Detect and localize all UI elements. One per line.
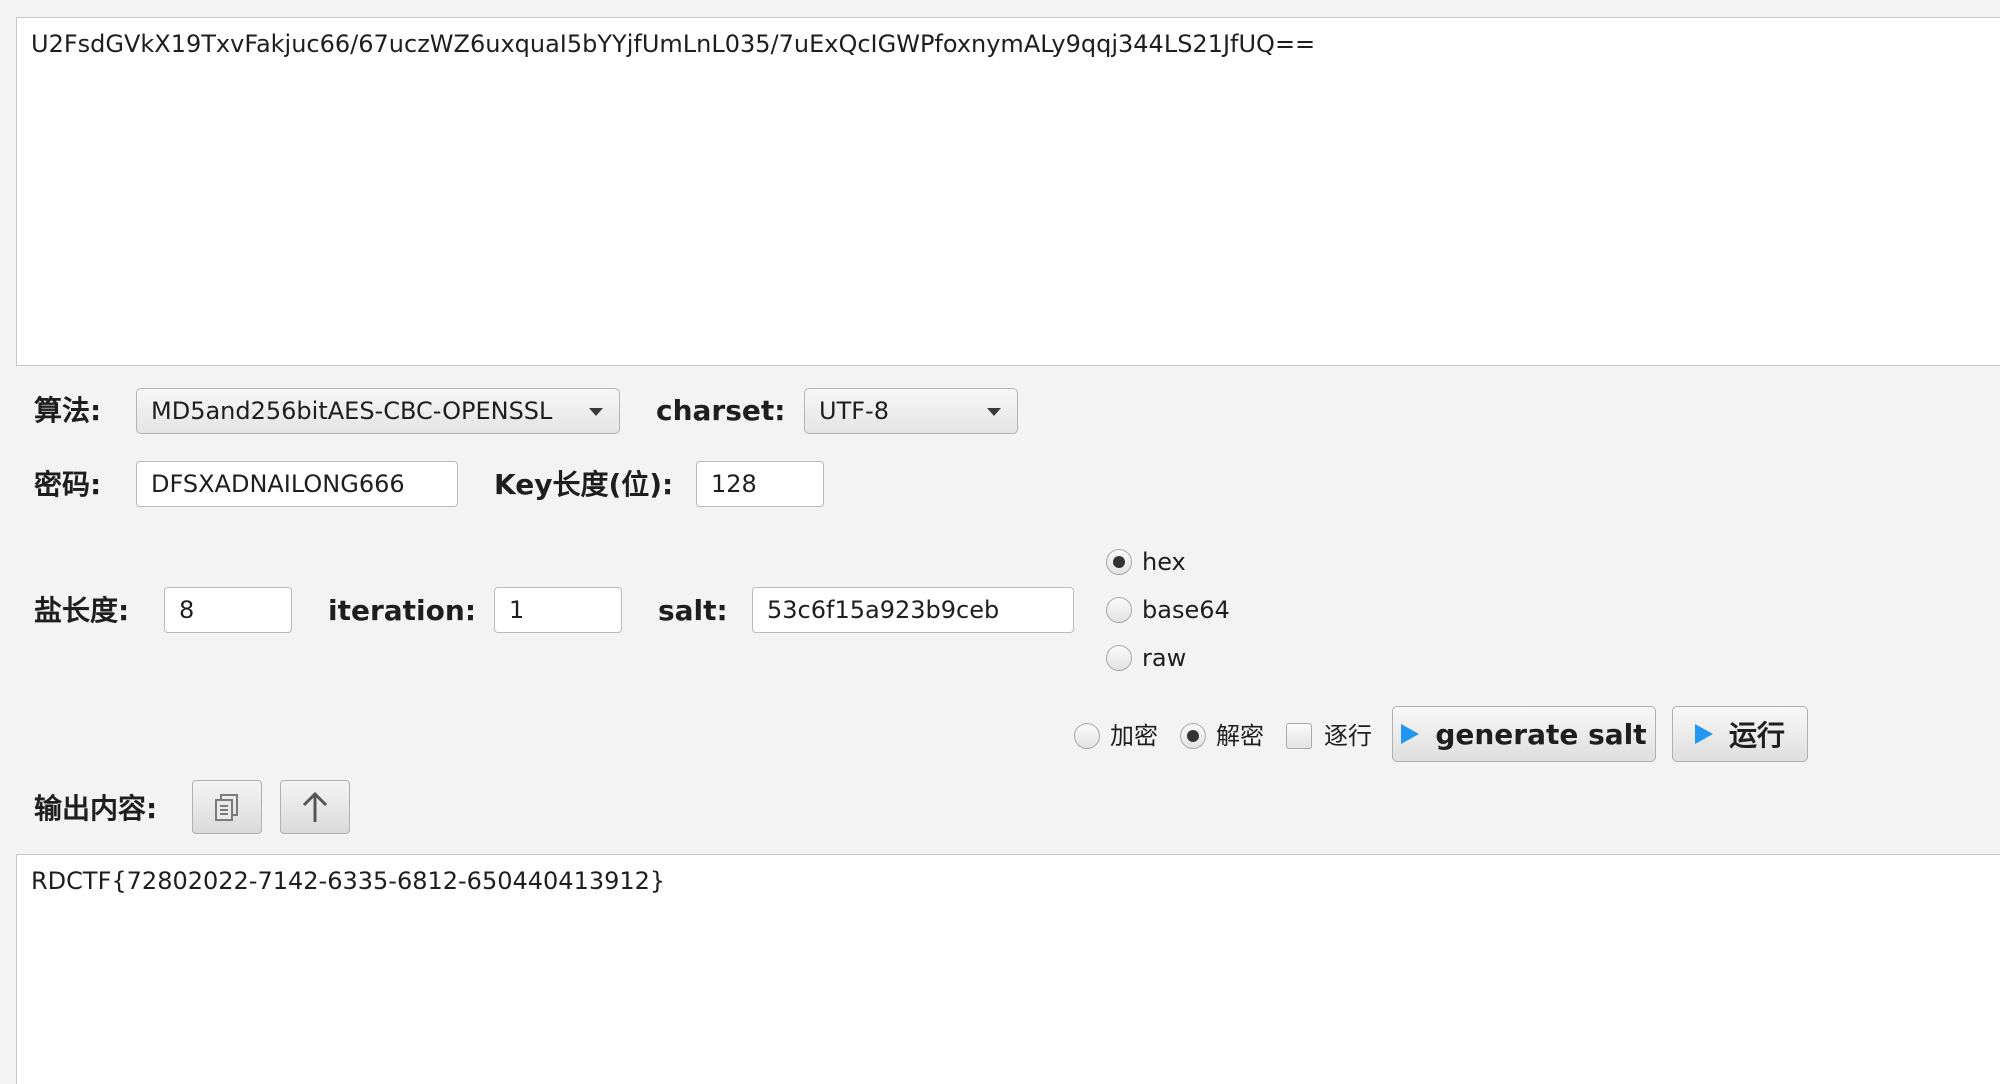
salt-length-input[interactable]: 8 [164,587,292,633]
password-label: 密码: [34,468,102,501]
generate-salt-button-label: generate salt [1435,717,1647,751]
decrypt-radio[interactable]: 解密 [1180,719,1264,753]
algorithm-select-value: MD5and256bitAES-CBC-OPENSSL [151,397,553,425]
salt-label: salt: [658,594,728,627]
input-textarea[interactable]: U2FsdGVkX19TxvFakjuc66/67uczWZ6uxquaI5bY… [16,17,2000,366]
encrypt-radio[interactable]: 加密 [1074,719,1158,753]
key-length-label: Key长度(位): [494,468,674,501]
radio-selected-dot [1113,556,1125,568]
salt-format-hex-radio[interactable]: hex [1106,545,1186,579]
algorithm-label: 算法: [34,394,102,427]
run-button-label: 运行 [1728,719,1785,752]
encrypt-label: 加密 [1110,722,1158,750]
charset-label: charset: [656,394,786,427]
move-up-button[interactable] [280,780,350,834]
iteration-label: iteration: [328,594,477,627]
crypto-tool-window: U2FsdGVkX19TxvFakjuc66/67uczWZ6uxquaI5bY… [0,0,2000,1084]
line-by-line-label: 逐行 [1324,722,1372,750]
salt-format-raw-label: raw [1142,644,1187,672]
salt-format-raw-radio[interactable]: raw [1106,641,1186,675]
checkbox-box [1286,723,1312,749]
copy-icon [215,794,238,821]
run-button[interactable]: 运行 [1672,706,1808,762]
salt-format-base64-label: base64 [1142,596,1230,624]
radio-selected-dot [1187,730,1199,742]
radio-circle [1074,723,1100,749]
password-input[interactable]: DFSXADNAILONG666 [136,461,458,507]
generate-salt-button[interactable]: generate salt [1392,706,1656,762]
radio-circle [1106,597,1132,623]
radio-circle [1106,549,1132,575]
charset-select-value: UTF-8 [819,397,889,425]
charset-select[interactable]: UTF-8 [804,388,1018,434]
radio-circle [1106,645,1132,671]
decrypt-label: 解密 [1216,722,1264,750]
output-label: 输出内容: [34,792,158,825]
salt-format-base64-radio[interactable]: base64 [1106,593,1230,627]
key-length-input[interactable]: 128 [696,461,824,507]
play-icon [1694,724,1713,744]
salt-format-hex-label: hex [1142,548,1186,576]
arrow-up-icon [302,791,328,822]
salt-input[interactable]: 53c6f15a923b9ceb [752,587,1074,633]
copy-button[interactable] [192,780,262,834]
salt-length-label: 盐长度: [34,594,130,627]
iteration-input[interactable]: 1 [494,587,622,633]
play-icon [1401,724,1420,744]
chevron-down-icon [987,408,1001,416]
radio-circle [1180,723,1206,749]
algorithm-select[interactable]: MD5and256bitAES-CBC-OPENSSL [136,388,620,434]
output-textarea[interactable]: RDCTF{72802022-7142-6335-6812-6504404139… [16,854,2000,1084]
line-by-line-checkbox[interactable]: 逐行 [1286,719,1372,753]
chevron-down-icon [589,408,603,416]
